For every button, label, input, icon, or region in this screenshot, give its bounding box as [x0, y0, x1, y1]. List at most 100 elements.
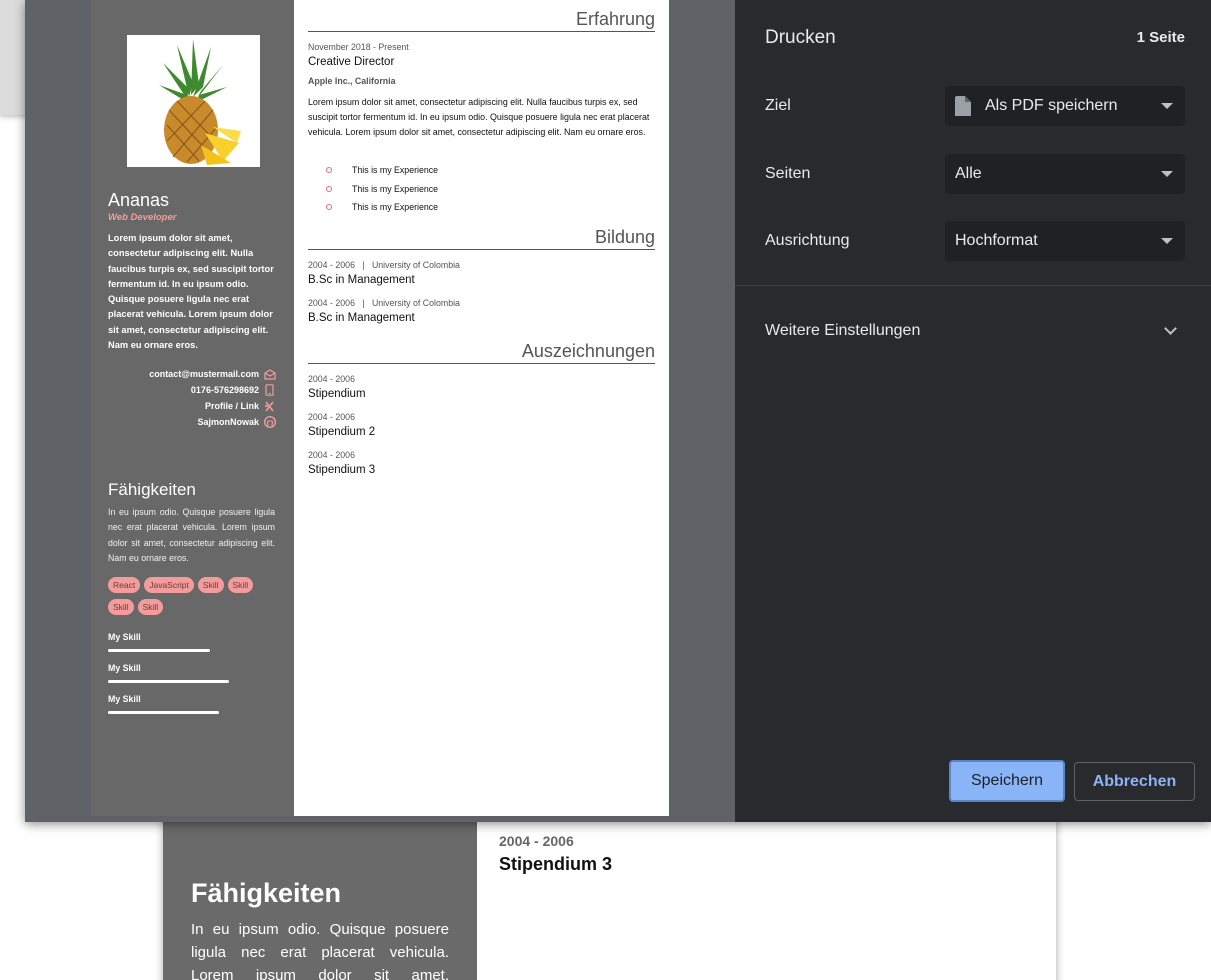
experience-heading-text: Erfahrung [575, 9, 655, 29]
skill-bar-item: My Skill [108, 694, 278, 725]
file-icon [955, 96, 971, 116]
destination-label: Ziel [765, 97, 791, 114]
skill-bars: My Skill My Skill My Skill [108, 632, 278, 725]
contact-email-text: contact@mustermail.com [149, 369, 259, 379]
skill-bar-item: My Skill [108, 632, 278, 663]
orientation-value: Hochformat [955, 232, 1038, 249]
skill-bar-label: My Skill [108, 663, 141, 673]
skill-bar-item: My Skill [108, 663, 278, 694]
award-title: Stipendium 3 [308, 464, 376, 476]
bullet-icon [326, 185, 332, 192]
cv-role: Web Developer [108, 212, 177, 223]
mail-icon [263, 368, 276, 381]
experience-bullet-text: This is my Experience [352, 202, 439, 213]
github-icon [263, 416, 276, 429]
chevron-down-icon[interactable] [1164, 322, 1177, 335]
award-title: Stipendium 2 [308, 426, 376, 438]
background-award-date: 2004 - 2006 [499, 833, 574, 849]
contact-github-text: SajmonNowak [197, 417, 259, 427]
contact-list: contact@mustermail.com 0176-576298692 Pr… [108, 366, 276, 430]
experience-bullet: This is my Experience [326, 180, 438, 199]
award-date: 2004 - 2006 [308, 412, 355, 422]
pineapple-image [159, 39, 241, 165]
bullet-icon [326, 204, 332, 211]
skill-tag: Skill [197, 577, 224, 593]
skill-tag: Skill [137, 599, 164, 615]
contact-link: Profile / Link [108, 398, 276, 414]
contact-github: SajmonNowak [108, 414, 276, 430]
experience-bullet-text: This is my Experience [352, 165, 439, 176]
cv-main: Erfahrung November 2018 - Present Creati… [308, 0, 655, 816]
skill-tag: Skill [227, 577, 254, 593]
education-heading-text: Bildung [594, 227, 655, 247]
contact-email: contact@mustermail.com [108, 366, 276, 382]
experience-bullets: This is my Experience This is my Experie… [326, 161, 438, 217]
cv-sidebar: Ananas Web Developer Lorem ipsum dolor s… [91, 0, 294, 816]
background-award-title: Stipendium 3 [499, 854, 613, 874]
education-meta: 2004 - 2006 | University of Colombia [308, 260, 460, 270]
destination-select[interactable]: Als PDF speichern [945, 86, 1185, 126]
contact-phone: 0176-576298692 [108, 382, 276, 398]
experience-bullet: This is my Experience [326, 198, 438, 217]
page-count: 1 Seite [1136, 29, 1185, 46]
link-icon [263, 400, 276, 413]
experience-title: Creative Director [308, 56, 395, 68]
orientation-label: Ausrichtung [765, 232, 850, 249]
pages-select[interactable]: Alle [945, 154, 1185, 194]
orientation-select[interactable]: Hochformat [945, 221, 1185, 261]
skills-heading: Fähigkeiten [108, 480, 196, 499]
education-heading: Bildung [308, 226, 655, 250]
print-preview-area[interactable]: Ananas Web Developer Lorem ipsum dolor s… [25, 0, 735, 822]
experience-date: November 2018 - Present [308, 42, 409, 52]
profile-photo [127, 35, 260, 167]
destination-value: Als PDF speichern [985, 97, 1118, 114]
education-degree: B.Sc in Management [308, 312, 415, 324]
education-school: University of Colombia [371, 298, 460, 308]
phone-icon [263, 384, 276, 397]
print-dialog: Ananas Web Developer Lorem ipsum dolor s… [25, 0, 1211, 822]
background-page: Fähigkeiten In eu ipsum odio. Quisque po… [163, 800, 1056, 980]
skill-bar-fill [108, 711, 219, 714]
skill-bar-label: My Skill [108, 632, 141, 642]
cancel-button[interactable]: Abbrechen [1074, 762, 1195, 801]
more-settings-toggle[interactable]: Weitere Einstellungen [765, 322, 920, 340]
dropdown-arrow-icon [1161, 171, 1173, 177]
preview-page: Ananas Web Developer Lorem ipsum dolor s… [91, 0, 669, 816]
award-date: 2004 - 2006 [308, 450, 355, 460]
experience-company: Apple Inc., California [308, 76, 396, 86]
skills-text: In eu ipsum odio. Quisque posuere ligula… [108, 507, 275, 564]
education-degree: B.Sc in Management [308, 274, 415, 286]
education-meta: 2004 - 2006 | University of Colombia [308, 298, 460, 308]
cv-about: Lorem ipsum dolor sit amet, consectetur … [108, 233, 274, 351]
skill-bar-label: My Skill [108, 694, 141, 704]
awards-heading-text: Auszeichnungen [521, 341, 655, 361]
skill-bar-fill [108, 649, 210, 652]
separator: | [357, 298, 370, 308]
skill-tag: Skill [108, 599, 134, 615]
experience-bullet-text: This is my Experience [352, 183, 439, 194]
bullet-icon [326, 167, 332, 174]
experience-bullet: This is my Experience [326, 161, 438, 180]
education-date: 2004 - 2006 [308, 298, 355, 308]
background-skills-title: Fähigkeiten [191, 878, 342, 908]
dropdown-arrow-icon [1161, 238, 1173, 244]
contact-phone-text: 0176-576298692 [190, 385, 259, 395]
divider [735, 285, 1211, 286]
pages-label: Seiten [765, 165, 811, 182]
skill-tags: React JavaScript Skill Skill Skill Skill [108, 577, 278, 621]
save-button[interactable]: Speichern [949, 760, 1065, 802]
education-school: University of Colombia [371, 260, 460, 270]
skill-tag: JavaScript [144, 577, 194, 593]
background-sidebar: Fähigkeiten In eu ipsum odio. Quisque po… [163, 800, 477, 980]
experience-description: Lorem ipsum dolor sit amet, consectetur … [308, 97, 650, 137]
award-title: Stipendium [308, 388, 366, 400]
skill-bar-fill [108, 680, 229, 683]
pages-value: Alle [955, 165, 982, 182]
awards-heading: Auszeichnungen [308, 340, 655, 364]
skill-tag: React [108, 577, 141, 593]
dropdown-arrow-icon [1161, 103, 1173, 109]
cv-name: Ananas [108, 190, 170, 210]
experience-heading: Erfahrung [308, 8, 655, 32]
award-date: 2004 - 2006 [308, 374, 355, 384]
contact-link-text: Profile / Link [204, 401, 259, 411]
